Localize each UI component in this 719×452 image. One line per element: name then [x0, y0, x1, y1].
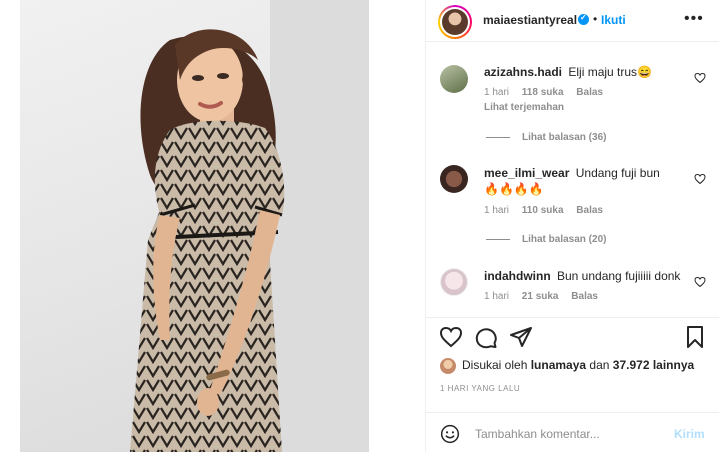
like-heart-icon[interactable] — [439, 325, 463, 349]
comment-likes[interactable]: 21 suka — [522, 291, 559, 302]
commenter-username[interactable]: indahdwinn — [484, 269, 551, 283]
likes-prefix: Disukai oleh — [462, 358, 528, 373]
like-comment-heart-icon[interactable] — [694, 72, 706, 84]
comment-likes[interactable]: 110 suka — [522, 205, 564, 216]
replies-divider — [486, 136, 510, 138]
translate-link[interactable]: Lihat terjemahan — [484, 102, 564, 113]
post-timestamp[interactable]: 1 HARI YANG LALU — [440, 384, 520, 393]
comment-body: Elji maju trus😄 — [568, 65, 652, 79]
separator-dot: • — [593, 12, 598, 26]
view-replies-label: Lihat balasan (36) — [522, 132, 607, 143]
share-send-icon[interactable] — [509, 325, 533, 349]
comment-meta: 1 hari 110 suka Balas — [484, 205, 613, 216]
post-actions — [426, 317, 719, 357]
like-comment-heart-icon[interactable] — [694, 276, 706, 288]
view-replies-label: Lihat balasan (20) — [522, 234, 607, 245]
commenter-avatar[interactable] — [440, 165, 468, 193]
liker-avatar[interactable] — [440, 358, 456, 374]
view-replies-button[interactable]: Lihat balasan (36) — [486, 132, 606, 143]
comment-likes[interactable]: 118 suka — [522, 87, 564, 98]
post-sidebar: maiaestiantyreal • Ikuti ••• azizahns.ha… — [425, 0, 719, 452]
more-options-icon[interactable]: ••• — [684, 10, 704, 28]
emoji-icon[interactable] — [440, 424, 460, 444]
commenter-avatar[interactable] — [440, 65, 468, 93]
profile-avatar[interactable] — [438, 5, 472, 39]
reply-button[interactable]: Balas — [576, 87, 603, 98]
commenter-avatar[interactable] — [440, 268, 468, 296]
replies-divider — [486, 238, 510, 240]
reply-button[interactable]: Balas — [576, 205, 603, 216]
author-username[interactable]: maiaestiantyreal — [483, 13, 577, 27]
post-header: maiaestiantyreal • Ikuti ••• — [426, 0, 719, 42]
comment-meta: 1 hari 21 suka Balas — [484, 291, 608, 302]
likes-others[interactable]: 37.972 lainnya — [613, 358, 694, 372]
likes-joiner: dan — [589, 358, 610, 373]
photo-illustration — [130, 0, 369, 452]
comment-bubble-icon[interactable] — [474, 325, 498, 349]
comment-text: indahdwinn Bun undang fujiiiii donk — [484, 268, 684, 284]
save-bookmark-icon[interactable] — [683, 325, 707, 349]
commenter-username[interactable]: azizahns.hadi — [484, 65, 562, 79]
reply-button[interactable]: Balas — [571, 291, 598, 302]
comment-text: mee_ilmi_wear Undang fuji bun🔥🔥🔥🔥 — [484, 165, 674, 197]
comment-time: 1 hari — [484, 87, 510, 98]
view-replies-button[interactable]: Lihat balasan (20) — [486, 234, 606, 245]
liker-username[interactable]: lunamaya — [531, 358, 586, 372]
comment-meta: 1 hari 118 suka Balas — [484, 87, 613, 98]
comment-time: 1 hari — [484, 205, 510, 216]
post-comment-button[interactable]: Kirim — [674, 427, 705, 441]
verified-badge-icon — [578, 13, 589, 25]
likes-summary: Disukai oleh lunamaya dan 37.972 lainnya — [440, 358, 694, 374]
comment-input[interactable] — [475, 423, 665, 445]
follow-button[interactable]: Ikuti — [601, 13, 626, 27]
comment-text: azizahns.hadi Elji maju trus😄 — [484, 64, 684, 80]
comment-time: 1 hari — [484, 291, 510, 302]
commenter-username[interactable]: mee_ilmi_wear — [484, 166, 569, 180]
comments-list: azizahns.hadi Elji maju trus😄 1 hari 118… — [426, 43, 719, 316]
like-comment-heart-icon[interactable] — [694, 173, 706, 185]
post-photo[interactable] — [20, 0, 369, 452]
comment-composer: Kirim — [426, 412, 719, 452]
comment-body: Bun undang fujiiiii donk — [557, 269, 681, 283]
